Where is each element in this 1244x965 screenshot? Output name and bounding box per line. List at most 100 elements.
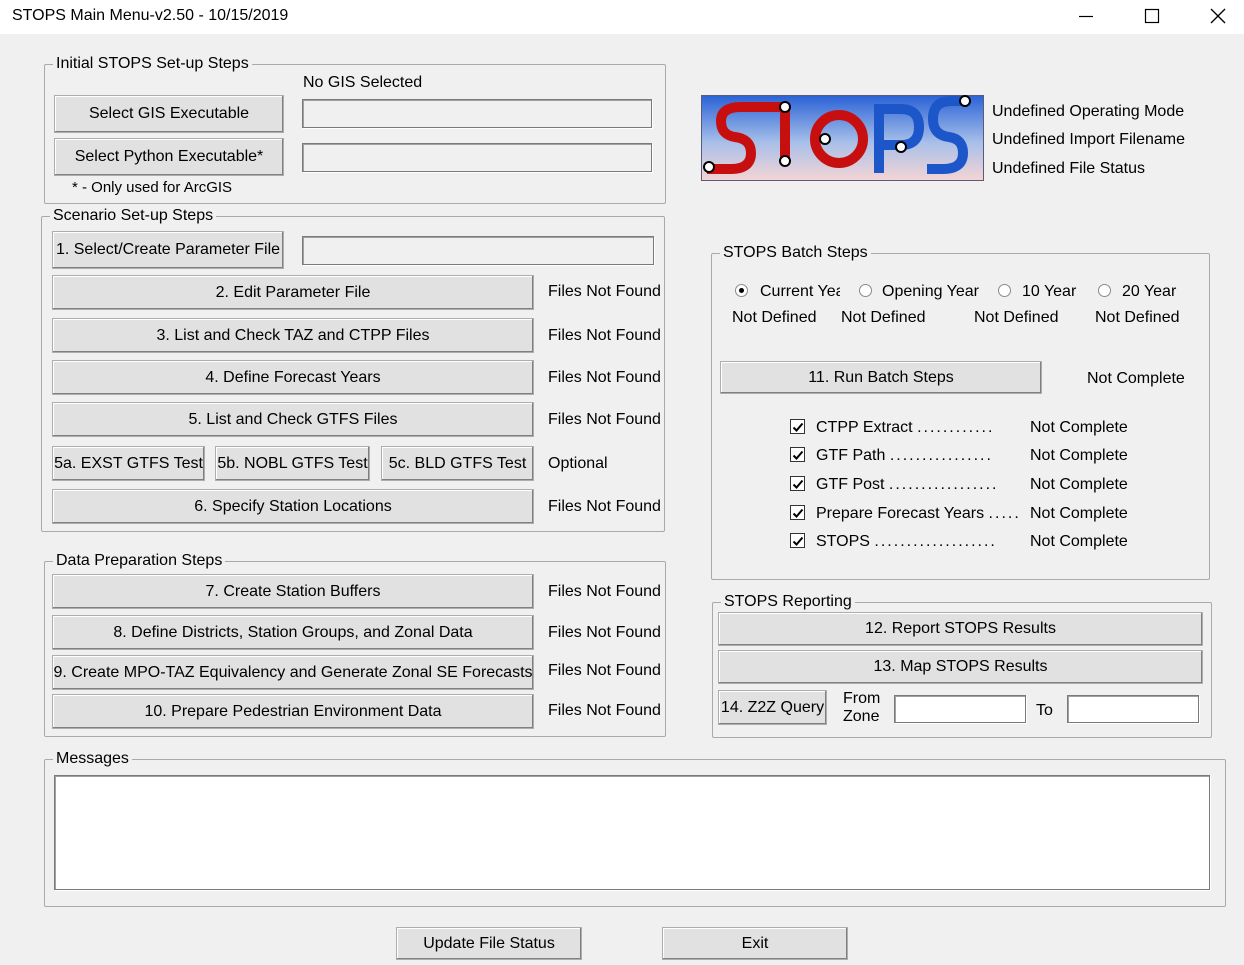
radio-20-year[interactable] — [1098, 284, 1111, 297]
checkbox-gtf-post[interactable] — [790, 476, 805, 491]
create-station-buffers-button[interactable]: 7. Create Station Buffers — [52, 574, 534, 609]
year-option-current[interactable]: Current Yea — [733, 281, 845, 303]
from-zone-input[interactable] — [894, 695, 1026, 723]
check-icon — [792, 450, 803, 460]
gis-path-field[interactable] — [302, 99, 652, 128]
define-districts-button[interactable]: 8. Define Districts, Station Groups, and… — [52, 615, 534, 650]
close-icon — [1210, 8, 1226, 24]
select-python-button[interactable]: Select Python Executable* — [54, 138, 284, 176]
checkbox-stops[interactable] — [790, 533, 805, 548]
batch-step-status: Not Complete — [1030, 419, 1128, 436]
year-option-20[interactable]: 20 Year — [1096, 281, 1186, 303]
edit-parameter-file-button[interactable]: 2. Edit Parameter File — [52, 275, 534, 310]
step8-status: Files Not Found — [548, 624, 661, 641]
leader-dots: ................. — [888, 476, 999, 493]
nobl-gtfs-test-button[interactable]: 5b. NOBL GTFS Test — [215, 446, 370, 481]
step5-status: Files Not Found — [548, 411, 661, 428]
check-icon — [792, 479, 803, 489]
specify-station-locations-button[interactable]: 6. Specify Station Locations — [52, 489, 534, 524]
year-label-20: 20 Year — [1122, 283, 1177, 300]
run-batch-status: Not Complete — [1087, 370, 1185, 387]
prepare-pedestrian-environment-button[interactable]: 10. Prepare Pedestrian Environment Data — [52, 694, 534, 729]
check-icon — [792, 536, 803, 546]
gis-status-label: No GIS Selected — [303, 74, 423, 91]
year-status-current: Not Defined — [732, 309, 817, 326]
map-stops-results-button[interactable]: 13. Map STOPS Results — [718, 650, 1203, 684]
select-parameter-file-button[interactable]: 1. Select/Create Parameter File — [52, 231, 284, 269]
radio-opening-year[interactable] — [859, 284, 872, 297]
batch-step-label: GTF Path — [816, 447, 886, 464]
operating-mode-label: Undefined Operating Mode — [992, 103, 1185, 120]
messages-textarea[interactable] — [54, 775, 1210, 890]
maximize-button[interactable] — [1124, 0, 1180, 32]
z2z-query-button[interactable]: 14. Z2Z Query — [718, 690, 827, 725]
exst-gtfs-test-button[interactable]: 5a. EXST GTFS Test — [52, 446, 205, 481]
batch-step-status: Not Complete — [1030, 505, 1128, 522]
reporting-legend: STOPS Reporting — [721, 593, 855, 611]
check-icon — [792, 422, 803, 432]
batch-step-label: GTF Post — [816, 476, 885, 493]
batch-step-row: GTF Path ................ Not Complete — [790, 446, 1130, 468]
batch-legend: STOPS Batch Steps — [720, 244, 871, 262]
from-zone-label: From Zone — [843, 690, 880, 726]
leader-dots: ............ — [917, 419, 995, 436]
step4-status: Files Not Found — [548, 369, 661, 386]
stops-logo — [701, 95, 984, 181]
radio-10-year[interactable] — [998, 284, 1011, 297]
step3-status: Files Not Found — [548, 327, 661, 344]
list-check-taz-ctpp-button[interactable]: 3. List and Check TAZ and CTPP Files — [52, 318, 534, 353]
title-bar: STOPS Main Menu-v2.50 - 10/15/2019 — [0, 0, 1244, 34]
to-zone-label: To — [1036, 702, 1053, 719]
year-option-opening[interactable]: Opening Year — [857, 281, 982, 303]
arcgis-footnote: * - Only used for ArcGIS — [72, 179, 233, 196]
leader-dots: ..... — [988, 505, 1021, 522]
step6-status: Files Not Found — [548, 498, 661, 515]
step7-status: Files Not Found — [548, 583, 661, 600]
file-status-label: Undefined File Status — [992, 160, 1145, 177]
bld-gtfs-test-button[interactable]: 5c. BLD GTFS Test — [381, 446, 534, 481]
to-zone-input[interactable] — [1067, 695, 1199, 723]
minimize-icon — [1079, 15, 1093, 18]
batch-step-status: Not Complete — [1030, 447, 1128, 464]
close-button[interactable] — [1190, 0, 1244, 32]
batch-step-status: Not Complete — [1030, 533, 1128, 550]
initial-setup-legend: Initial STOPS Set-up Steps — [53, 55, 252, 73]
update-file-status-button[interactable]: Update File Status — [396, 927, 582, 960]
report-stops-results-button[interactable]: 12. Report STOPS Results — [718, 612, 1203, 646]
checkbox-prepare-forecast-years[interactable] — [790, 505, 805, 520]
batch-step-label: CTPP Extract — [816, 419, 913, 436]
checkbox-ctpp-extract[interactable] — [790, 419, 805, 434]
define-forecast-years-button[interactable]: 4. Define Forecast Years — [52, 360, 534, 395]
parameter-file-path-field[interactable] — [302, 236, 654, 265]
list-check-gtfs-button[interactable]: 5. List and Check GTFS Files — [52, 402, 534, 437]
run-batch-steps-button[interactable]: 11. Run Batch Steps — [720, 361, 1042, 394]
radio-current-year[interactable] — [735, 284, 748, 297]
import-filename-label: Undefined Import Filename — [992, 131, 1185, 148]
messages-legend: Messages — [53, 750, 132, 768]
from-zone-line2: Zone — [843, 708, 880, 725]
check-icon — [792, 508, 803, 518]
scenario-setup-legend: Scenario Set-up Steps — [50, 207, 217, 225]
step5abc-status: Optional — [548, 455, 608, 472]
year-status-10: Not Defined — [974, 309, 1059, 326]
select-gis-button[interactable]: Select GIS Executable — [54, 95, 284, 133]
create-mpo-taz-equivalency-button[interactable]: 9. Create MPO-TAZ Equivalency and Genera… — [52, 655, 534, 690]
exit-button[interactable]: Exit — [662, 927, 848, 960]
batch-step-row: CTPP Extract ............ Not Complete — [790, 418, 1130, 440]
year-label-10: 10 Year — [1022, 283, 1077, 300]
year-option-10[interactable]: 10 Year — [996, 281, 1081, 303]
batch-step-row: STOPS ................... Not Complete — [790, 532, 1130, 554]
year-label-current: Current Yea — [760, 283, 840, 300]
batch-step-row: GTF Post ................. Not Complete — [790, 475, 1130, 497]
batch-step-label: Prepare Forecast Years — [816, 505, 985, 522]
step10-status: Files Not Found — [548, 702, 661, 719]
checkbox-gtf-path[interactable] — [790, 447, 805, 462]
batch-step-status: Not Complete — [1030, 476, 1128, 493]
python-path-field[interactable] — [302, 143, 652, 172]
window-title: STOPS Main Menu-v2.50 - 10/15/2019 — [12, 7, 289, 24]
year-status-20: Not Defined — [1095, 309, 1180, 326]
year-status-opening: Not Defined — [841, 309, 926, 326]
step2-status: Files Not Found — [548, 283, 661, 300]
minimize-button[interactable] — [1058, 0, 1114, 32]
year-label-opening: Opening Year — [882, 283, 979, 300]
